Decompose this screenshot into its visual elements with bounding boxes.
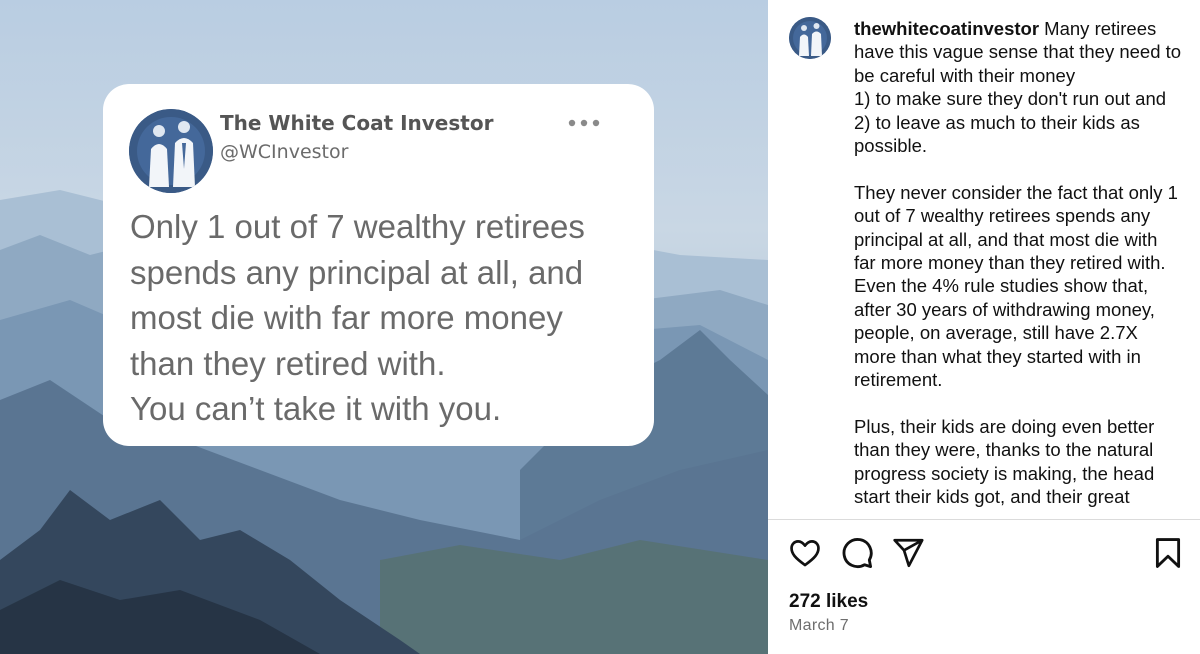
tweet-line: most die with far more money (130, 299, 563, 336)
more-dots-icon (567, 108, 601, 134)
heart-icon[interactable] (788, 536, 822, 570)
bookmark-icon[interactable] (1151, 536, 1185, 570)
tweet-author-name: The White Coat Investor (220, 111, 494, 135)
post-sidebar: thewhitecoatinvestor Many retirees have … (768, 0, 1200, 654)
post-image[interactable]: The White Coat Investor @WCInvestor Only… (0, 0, 768, 654)
profile-avatar[interactable] (789, 17, 831, 59)
caption-paragraph: They never consider the fact that only 1… (854, 181, 1178, 391)
tweet-line: Only 1 out of 7 wealthy retirees (130, 208, 585, 245)
action-bar (768, 536, 1200, 572)
tweet-handle: @WCInvestor (220, 141, 349, 163)
comment-icon[interactable] (840, 536, 874, 570)
caption-paragraph: Plus, their kids are doing even better t… (854, 415, 1155, 508)
tweet-line: than they retired with. (130, 344, 446, 382)
doctors-logo-icon (129, 109, 213, 193)
post-caption: thewhitecoatinvestor Many retirees have … (854, 0, 1184, 509)
likes-count[interactable]: 272 likes (789, 591, 868, 613)
doctors-logo-icon (789, 17, 831, 59)
tweet-line: You can’t take it with you. (130, 390, 502, 427)
caption-username[interactable]: thewhitecoatinvestor (854, 18, 1039, 39)
divider (768, 519, 1200, 520)
tweet-avatar (129, 109, 213, 193)
tweet-line: spends any principal at all, and (130, 253, 584, 291)
post-date[interactable]: March 7 (789, 617, 849, 635)
tweet-card: The White Coat Investor @WCInvestor Only… (103, 84, 654, 446)
caption-scroll-area[interactable]: thewhitecoatinvestor Many retirees have … (854, 0, 1184, 520)
send-icon[interactable] (891, 536, 925, 570)
tweet-text: Only 1 out of 7 wealthy retirees spends … (130, 204, 640, 432)
